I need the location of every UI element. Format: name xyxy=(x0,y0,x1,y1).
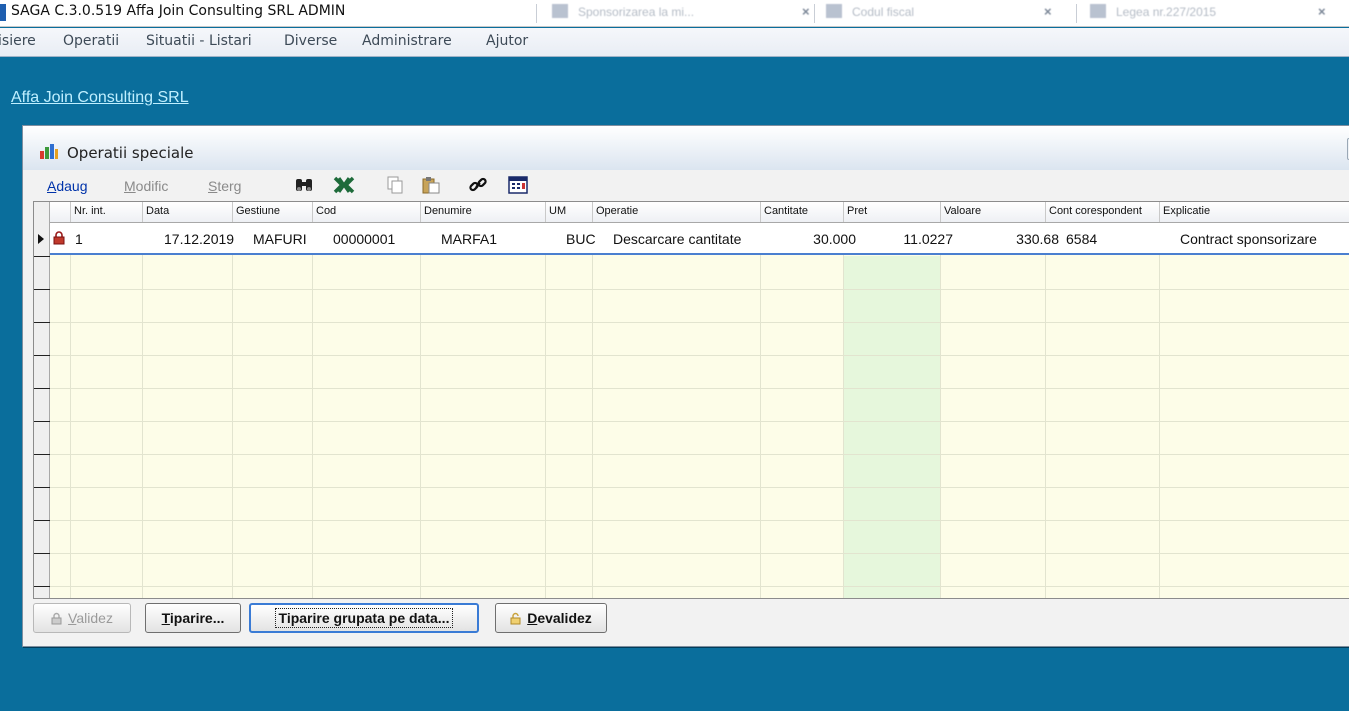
cell-gestiune: MAFURI xyxy=(253,231,307,247)
cell-cod: 00000001 xyxy=(333,231,396,247)
row-indicator-column xyxy=(34,202,50,598)
operatii-speciale-window: Operatii speciale Adaug Modific Sterg Nr… xyxy=(22,125,1349,647)
window-title: SAGA C.3.0.519 Affa Join Consulting SRL … xyxy=(11,3,346,19)
grid-header: Nr. int. Data Gestiune Cod Denumire UM O… xyxy=(34,202,1349,223)
window-header: Operatii speciale xyxy=(23,126,1349,170)
close-tab-icon[interactable]: × xyxy=(1044,4,1052,19)
menu-operatii[interactable]: Operatii xyxy=(63,33,119,49)
header-cod[interactable]: Cod xyxy=(313,202,421,222)
browser-tab[interactable]: Codul fiscal × xyxy=(826,4,1066,23)
header-lock xyxy=(51,202,71,222)
close-tab-icon[interactable]: × xyxy=(1318,4,1326,19)
header-valoare[interactable]: Valoare xyxy=(941,202,1046,222)
header-operatie[interactable]: Operatie xyxy=(593,202,761,222)
window-title-label: Operatii speciale xyxy=(67,144,194,162)
tab-separator xyxy=(814,4,815,23)
cell-valoare: 330.68 xyxy=(1016,231,1059,247)
cell-pret: 11.0227 xyxy=(903,231,953,247)
tab-separator xyxy=(536,4,537,23)
cell-um: BUC xyxy=(566,231,596,247)
adaug-button[interactable]: Adaug xyxy=(47,178,88,194)
close-tab-icon[interactable]: × xyxy=(802,4,810,19)
cell-denumire: MARFA1 xyxy=(441,231,498,247)
header-data[interactable]: Data xyxy=(143,202,233,222)
menu-fisiere[interactable]: Fisiere xyxy=(0,33,36,49)
menu-administrare[interactable]: Administrare xyxy=(362,33,452,49)
tab-favicon-icon xyxy=(552,4,568,18)
pret-column-highlight xyxy=(844,256,941,598)
modific-button[interactable]: Modific xyxy=(124,178,168,194)
header-explicatie[interactable]: Explicatie xyxy=(1160,202,1349,222)
cell-cont-corespondent: 6584 xyxy=(1066,231,1098,247)
header-gestiune[interactable]: Gestiune xyxy=(233,202,313,222)
calculator-icon[interactable] xyxy=(507,175,529,195)
paste-icon[interactable] xyxy=(420,175,442,195)
validez-button[interactable]: Validez xyxy=(33,603,131,633)
header-pret[interactable]: Pret xyxy=(844,202,941,222)
link-icon[interactable] xyxy=(467,175,489,195)
header-cont-corespondent[interactable]: Cont corespondent xyxy=(1046,202,1160,222)
cell-nr-int: 1 xyxy=(75,231,83,247)
header-nr-int[interactable]: Nr. int. xyxy=(71,202,143,222)
menu-diverse[interactable]: Diverse xyxy=(284,33,337,49)
app-icon xyxy=(0,4,6,21)
header-cantitate[interactable]: Cantitate xyxy=(761,202,844,222)
header-denumire[interactable]: Denumire xyxy=(421,202,546,222)
data-grid[interactable]: Nr. int. Data Gestiune Cod Denumire UM O… xyxy=(33,201,1349,599)
cell-cantitate: 30.000 xyxy=(813,231,856,247)
cell-explicatie: Contract sponsorizare xyxy=(1180,231,1317,247)
menu-bar: Fisiere Operatii Situatii - Listari Dive… xyxy=(0,28,1349,57)
unlock-icon xyxy=(510,612,521,624)
devalidez-button[interactable]: Devalidez xyxy=(495,603,607,633)
tiparire-button[interactable]: Tiparire... xyxy=(145,603,241,633)
company-link[interactable]: Affa Join Consulting SRL xyxy=(11,89,189,107)
cell-data: 17.12.2019 xyxy=(164,231,235,247)
menu-situatii-listari[interactable]: Situatii - Listari xyxy=(146,33,252,49)
copy-icon[interactable] xyxy=(384,175,406,195)
binoculars-icon[interactable] xyxy=(293,175,315,195)
current-row-arrow-icon xyxy=(38,234,44,244)
lock-icon xyxy=(51,612,62,624)
cell-operatie: Descarcare cantitate xyxy=(613,231,742,247)
header-um[interactable]: UM xyxy=(546,202,593,222)
title-bar: SAGA C.3.0.519 Affa Join Consulting SRL … xyxy=(0,0,1349,27)
excel-icon[interactable] xyxy=(333,175,355,195)
table-row[interactable]: 1 17.12.2019 MAFURI 00000001 MARFA1 BUC … xyxy=(50,223,1349,255)
tiparire-grupata-button[interactable]: Tiparire grupata pe data... xyxy=(249,603,479,633)
tab-favicon-icon xyxy=(1090,4,1106,18)
chart-icon xyxy=(40,144,58,159)
browser-tab[interactable]: Legea nr.227/2015 × xyxy=(1090,4,1340,23)
toolbar: Adaug Modific Sterg xyxy=(23,170,1349,200)
browser-tab[interactable]: Sponsorizarea la mi... × xyxy=(552,4,812,23)
tab-separator xyxy=(1076,4,1077,23)
tab-favicon-icon xyxy=(826,4,842,18)
sterg-button[interactable]: Sterg xyxy=(208,178,241,194)
lock-icon xyxy=(53,231,65,245)
menu-ajutor[interactable]: Ajutor xyxy=(486,33,528,49)
